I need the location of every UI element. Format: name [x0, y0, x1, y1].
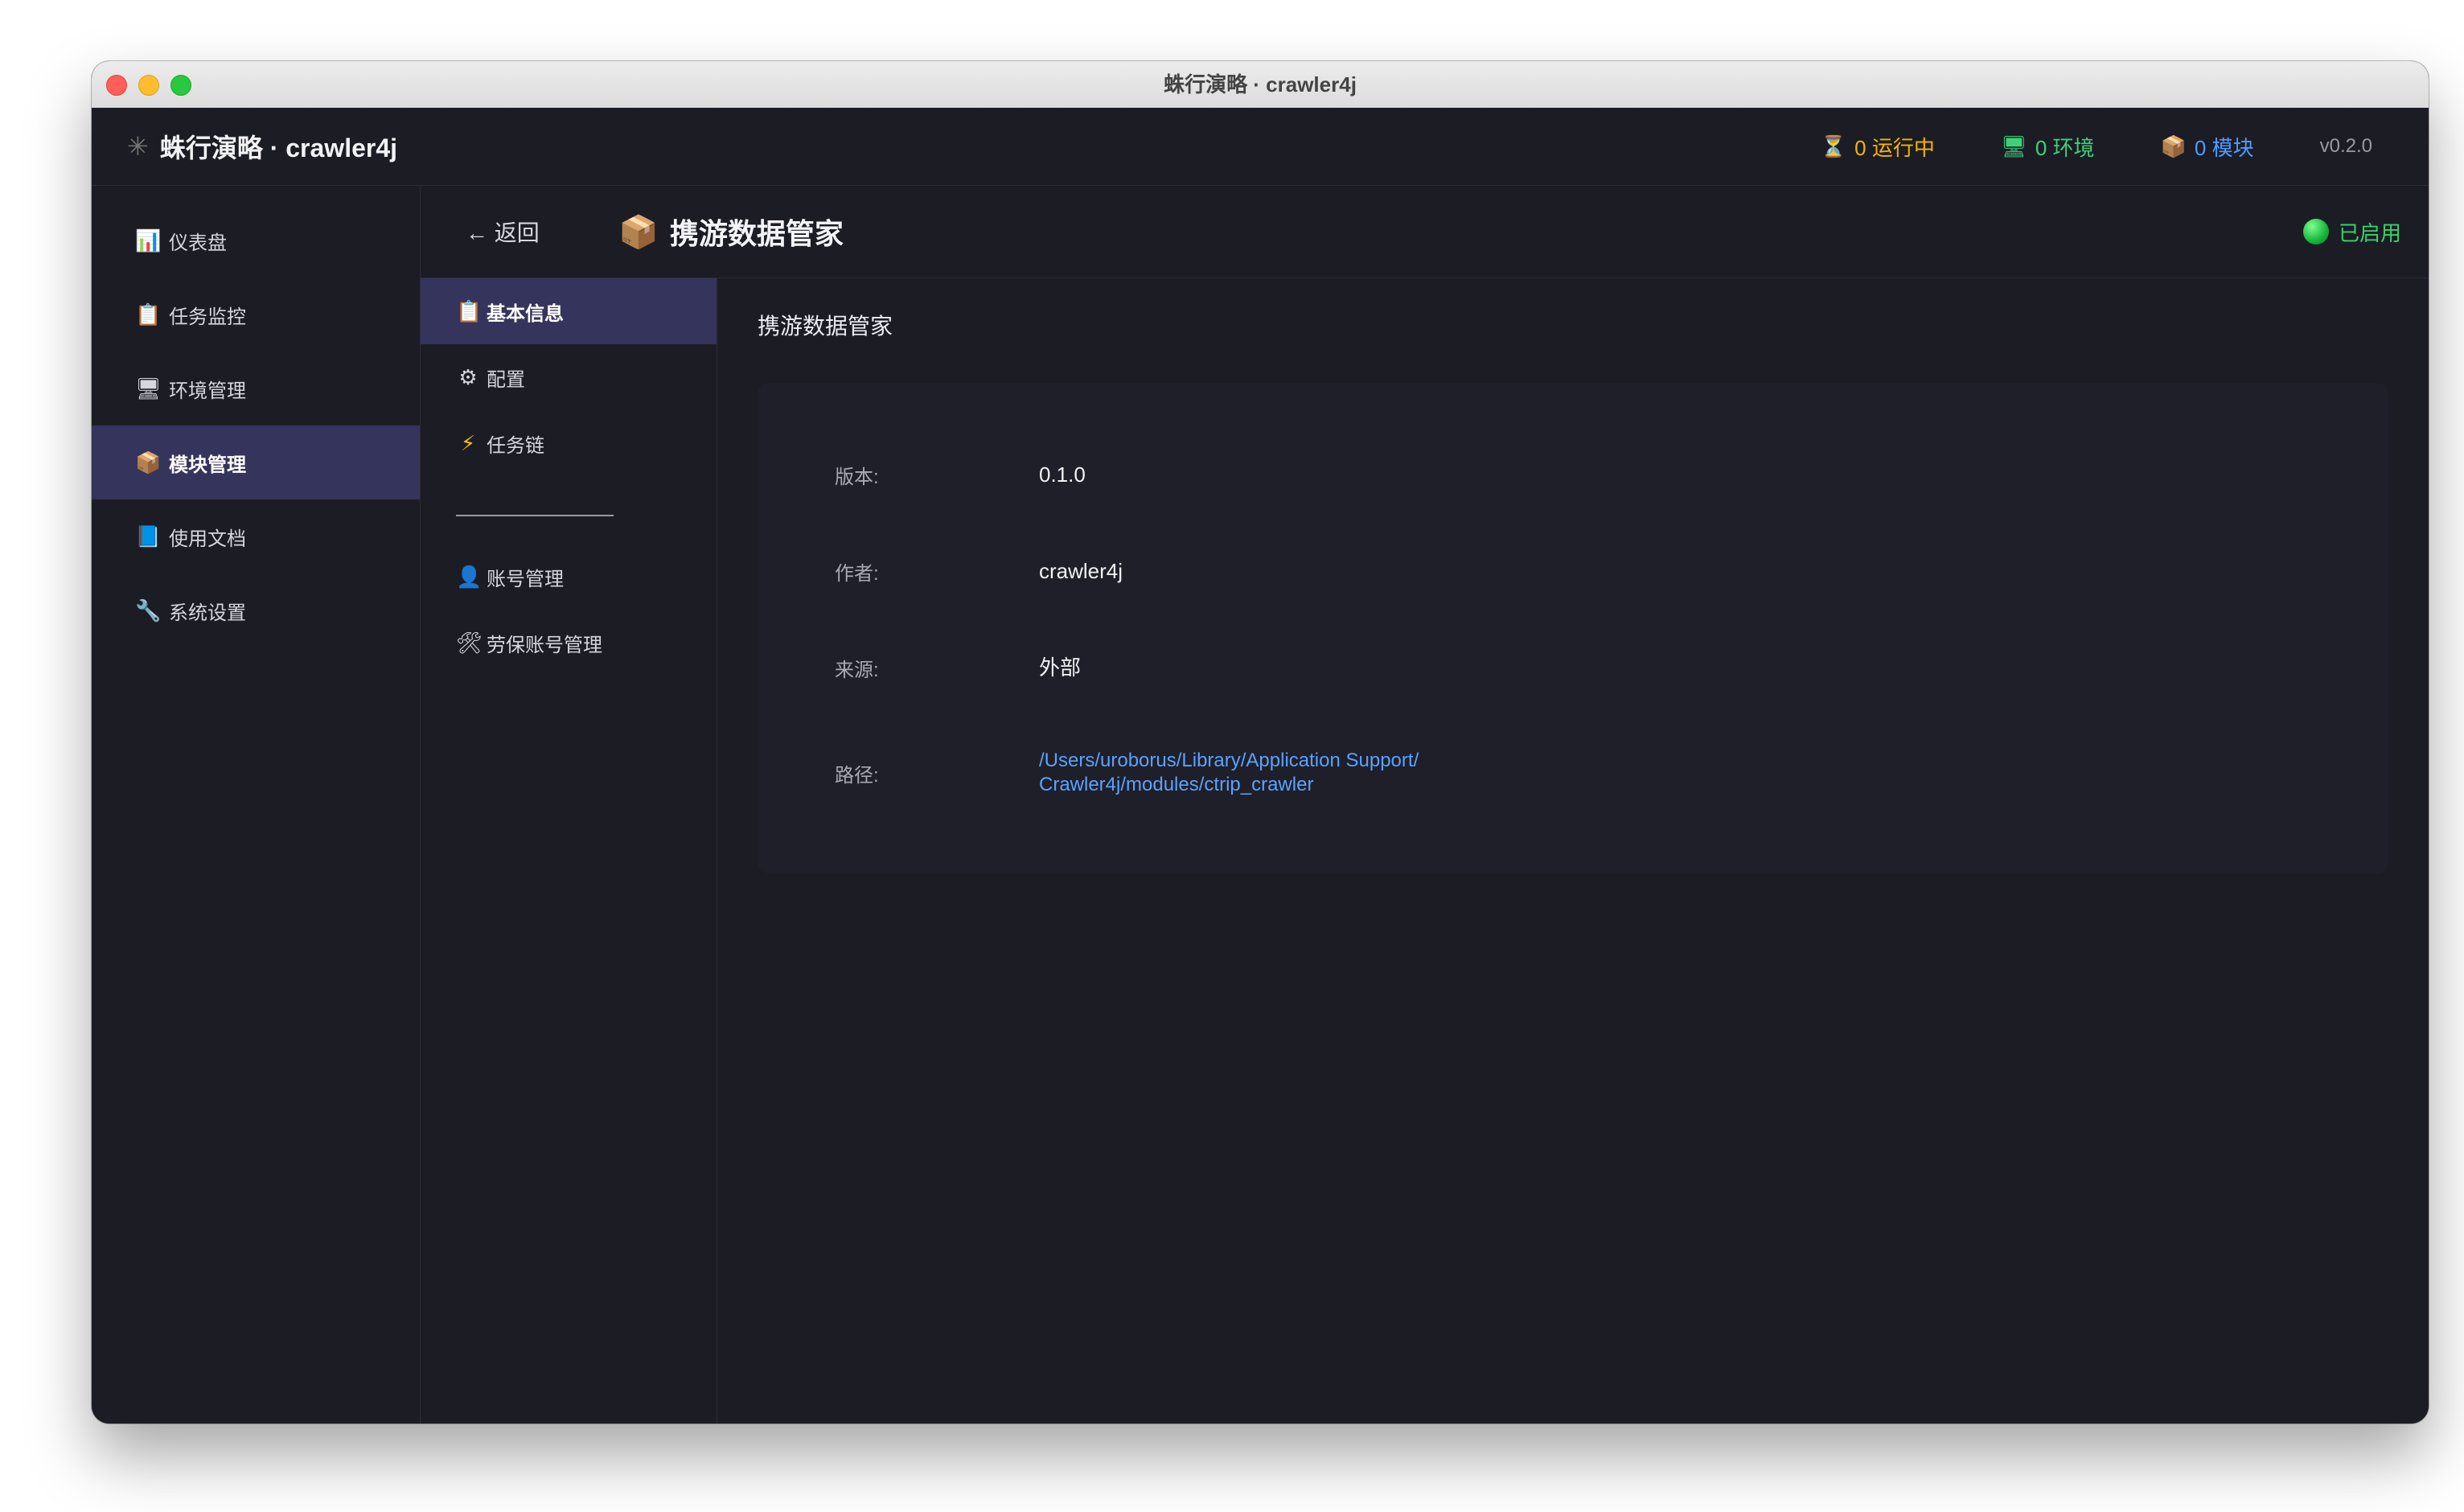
subnav-item-label: 配置: [487, 368, 525, 391]
subnav-item-config[interactable]: ⚙ 配置: [421, 344, 717, 410]
status-dot-icon: [2302, 219, 2329, 244]
monitor-icon: 🖥: [2000, 134, 2027, 158]
stat-running[interactable]: ⏳ 0 运行中: [1821, 132, 1935, 162]
sidebar-item-label: 任务监控: [169, 306, 246, 328]
sidebar-item-modules[interactable]: 📦 模块管理: [92, 425, 420, 499]
path-link[interactable]: /Users/uroborus/Library/Application Supp…: [1039, 749, 1419, 797]
gear-icon: ⚙: [458, 364, 478, 389]
info-card: 版本: 0.1.0 作者: crawler4j 来源: 外部 路径: /User…: [758, 383, 2388, 873]
back-button[interactable]: ← 返回: [466, 186, 540, 277]
subnav-divider: [456, 515, 614, 516]
monitor-icon: 🖥: [135, 376, 162, 401]
sidebar-item-label: 模块管理: [169, 454, 246, 476]
user-icon: 👤: [456, 564, 483, 589]
sidebar-item-label: 系统设置: [169, 602, 246, 624]
page-title: 📦 携游数据管家: [618, 186, 844, 277]
info-row-author: 作者: crawler4j: [758, 553, 2388, 589]
info-value: crawler4j: [1039, 559, 1123, 583]
info-label: 路径:: [835, 764, 879, 787]
stat-modules-label: 0 模块: [2194, 135, 2254, 160]
detail-panel: 携游数据管家 版本: 0.1.0 作者: crawler4j 来源: 外部 路径…: [717, 278, 2429, 1424]
info-row-version: 版本: 0.1.0: [758, 457, 2388, 492]
sidebar-item-task-monitor[interactable]: 📋 任务监控: [92, 277, 420, 351]
subnav-item-basic-info[interactable]: 📋 基本信息: [421, 278, 717, 344]
window-title: 蛛行演略 · crawler4j: [1164, 72, 1357, 97]
tools-icon: 🛠: [456, 630, 483, 655]
brand-title: 蛛行演略 · crawler4j: [159, 134, 398, 162]
module-subnav: 📋 基本信息 ⚙ 配置 ⚡ 任务链 👤 账号管理 🛠 劳保账号管理: [421, 278, 717, 1424]
subnav-item-label: 任务链: [487, 434, 544, 457]
wrench-icon: 🔧: [135, 598, 162, 622]
header-stats: ⏳ 0 运行中 🖥 0 环境 📦 0 模块 v0.2.0: [1755, 108, 2372, 185]
content-header: ← 返回 📦 携游数据管家 已启用: [421, 186, 2429, 278]
sidebar-item-label: 使用文档: [169, 528, 246, 550]
clipboard-icon: 📋: [135, 302, 162, 327]
window-titlebar: 蛛行演略 · crawler4j: [92, 61, 2429, 109]
sidebar-item-label: 仪表盘: [169, 232, 227, 254]
path-line-2: Crawler4j/modules/ctrip_crawler: [1039, 774, 1314, 795]
main-content: ← 返回 📦 携游数据管家 已启用 📋 基本信息 ⚙ 配置 ⚡ 任务链 👤 账号…: [421, 186, 2429, 1424]
stat-running-label: 0 运行中: [1854, 135, 1935, 160]
info-label: 来源:: [835, 659, 879, 681]
spider-icon: ✳: [127, 132, 149, 161]
status-label: 已启用: [2338, 220, 2401, 245]
subnav-item-label: 账号管理: [487, 568, 564, 590]
page-title-text: 携游数据管家: [669, 217, 844, 250]
info-row-path: 路径: /Users/uroborus/Library/Application …: [758, 737, 2388, 809]
subnav-item-label: 劳保账号管理: [487, 634, 602, 656]
app-header: ✳ 蛛行演略 · crawler4j ⏳ 0 运行中 🖥 0 环境 📦 0 模块…: [92, 108, 2429, 186]
package-icon: 📦: [618, 214, 659, 250]
package-icon: 📦: [135, 450, 162, 475]
sidebar-item-dashboard[interactable]: 📊 仪表盘: [92, 203, 420, 277]
brand: ✳ 蛛行演略 · crawler4j: [127, 108, 397, 185]
info-value: 外部: [1039, 655, 1082, 680]
stat-modules[interactable]: 📦 0 模块: [2161, 132, 2254, 162]
package-icon: 📦: [2160, 134, 2187, 158]
sidebar-item-label: 环境管理: [169, 380, 246, 402]
info-label: 版本:: [835, 466, 879, 488]
sidebar-item-settings[interactable]: 🔧 系统设置: [92, 573, 420, 647]
subnav-item-accounts[interactable]: 👤 账号管理: [421, 544, 717, 610]
sidebar-item-environments[interactable]: 🖥 环境管理: [92, 351, 420, 425]
info-row-source: 来源: 外部: [758, 650, 2388, 685]
stat-environments-label: 0 环境: [2035, 135, 2095, 160]
subnav-item-labor-accounts[interactable]: 🛠 劳保账号管理: [421, 610, 717, 676]
info-value: 0.1.0: [1039, 462, 1086, 487]
stat-environments[interactable]: 🖥 0 环境: [2001, 132, 2095, 162]
back-button-label: ← 返回: [466, 220, 540, 245]
section-title: 携游数据管家: [758, 314, 893, 339]
subnav-item-task-chain[interactable]: ⚡ 任务链: [421, 410, 717, 476]
subnav-item-label: 基本信息: [487, 302, 564, 325]
path-line-1: /Users/uroborus/Library/Application Supp…: [1039, 750, 1419, 771]
info-label: 作者:: [835, 562, 879, 585]
status-badge[interactable]: 已启用: [2302, 186, 2401, 277]
book-icon: 📘: [135, 524, 162, 549]
clipboard-icon: 📋: [456, 298, 483, 323]
sidebar: 📊 仪表盘 📋 任务监控 🖥 环境管理 📦 模块管理 📘 使用文档 🔧 系统设置: [92, 186, 421, 1424]
hourglass-icon: ⏳: [1820, 134, 1847, 158]
lightning-icon: ⚡: [460, 430, 476, 455]
sidebar-item-docs[interactable]: 📘 使用文档: [92, 499, 420, 573]
version-label: v0.2.0: [2319, 135, 2372, 157]
app-window: 蛛行演略 · crawler4j ✳ 蛛行演略 · crawler4j ⏳ 0 …: [92, 61, 2429, 1424]
chart-icon: 📊: [135, 228, 162, 253]
